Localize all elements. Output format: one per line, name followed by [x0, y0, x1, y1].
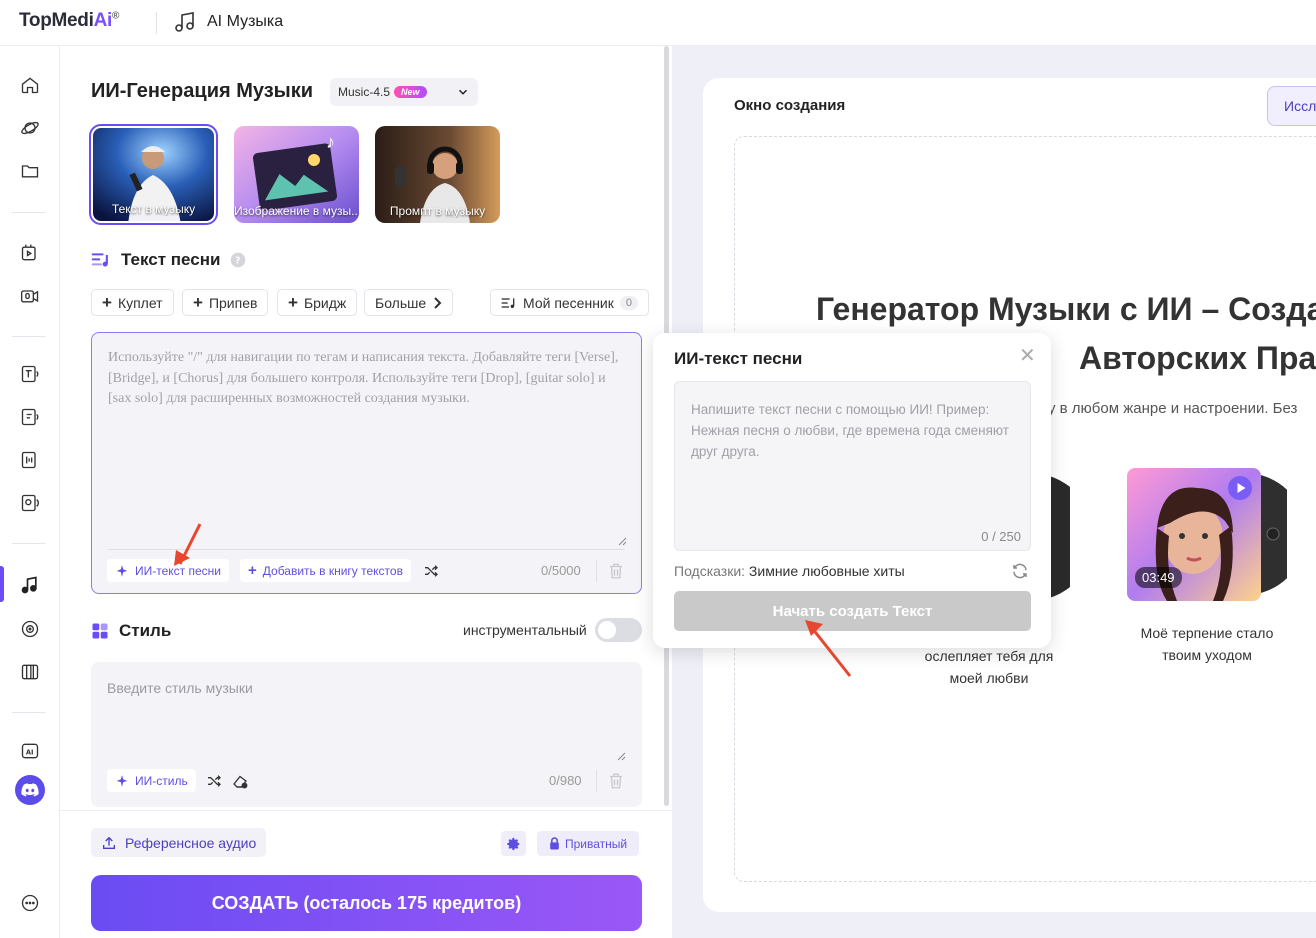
- tag-verse-button[interactable]: + Куплет: [91, 289, 174, 316]
- resize-handle-icon[interactable]: [617, 752, 626, 761]
- nav-divider: [12, 212, 46, 213]
- gear-icon: [506, 837, 521, 851]
- counter-divider: [596, 560, 597, 582]
- voice-clone-icon[interactable]: [19, 492, 41, 514]
- mode-text-to-music[interactable]: Текст в музыку: [89, 124, 218, 225]
- folder-icon[interactable]: [19, 160, 41, 182]
- piano-icon[interactable]: [19, 661, 41, 683]
- ai-lyrics-popup: ИИ-текст песни ✕ Напишите текст песни с …: [653, 333, 1051, 648]
- shuffle-icon[interactable]: [423, 563, 439, 579]
- help-icon[interactable]: ?: [230, 252, 246, 268]
- mode-image-to-music[interactable]: ♪ Изображение в музы...: [234, 126, 359, 223]
- songbook-icon: [501, 296, 517, 310]
- lyrics-section-title: Текст песни ?: [91, 250, 246, 270]
- refresh-icon[interactable]: [1011, 562, 1029, 580]
- music-note-icon[interactable]: [19, 574, 41, 596]
- tag-bridge-button[interactable]: + Бридж: [277, 289, 358, 316]
- song-title-a[interactable]: ослепляет тебя для моей любви: [905, 645, 1073, 689]
- lyrics-list-icon: [91, 251, 111, 269]
- plus-icon: +: [193, 292, 203, 312]
- plus-icon: +: [288, 292, 298, 312]
- ai-lyrics-button[interactable]: ИИ-текст песни: [107, 559, 229, 582]
- prompt-counter: 0 / 250: [981, 529, 1021, 544]
- sparkle-icon: [115, 564, 129, 578]
- tag-chorus-button[interactable]: + Припев: [182, 289, 269, 316]
- lyrics-placeholder: Используйте "/" для навигации по тегам и…: [108, 350, 619, 406]
- model-selector[interactable]: Music-4.5 New: [330, 78, 478, 106]
- text-speech-icon[interactable]: [19, 363, 41, 385]
- upload-icon: [101, 835, 117, 851]
- prompt-hint[interactable]: Подсказки: Зимние любовные хиты: [674, 563, 905, 579]
- nav-active-indicator: [0, 566, 4, 602]
- start-lyrics-button[interactable]: Начать создать Текст: [674, 591, 1031, 631]
- play-icon[interactable]: [1228, 476, 1252, 500]
- svg-text:?: ?: [235, 255, 240, 266]
- more-tags-button[interactable]: Больше: [364, 289, 454, 316]
- resize-handle-icon[interactable]: [618, 537, 627, 546]
- nav-divider: [12, 712, 46, 713]
- trash-icon[interactable]: [607, 561, 625, 581]
- svg-text:AI: AI: [26, 748, 34, 756]
- ai-chip-icon[interactable]: AI: [19, 740, 41, 762]
- nav-divider: [12, 336, 46, 337]
- mode-prompt-to-music[interactable]: Промпт в музыку: [375, 126, 500, 223]
- planet-icon[interactable]: [19, 117, 41, 139]
- chevron-down-icon: [456, 85, 470, 99]
- hero-heading-line1: Генератор Музыки с ИИ – Созда: [816, 291, 1316, 327]
- style-section-title: Стиль: [91, 621, 171, 641]
- video-audio-icon[interactable]: [19, 242, 41, 264]
- settings-button[interactable]: [501, 831, 526, 856]
- song-title-b[interactable]: Моё терпение стало твоим уходом: [1120, 622, 1294, 666]
- vinyl-icon[interactable]: [19, 618, 41, 640]
- lyrics-counter: 0/5000: [541, 563, 581, 578]
- home-icon[interactable]: [19, 74, 41, 96]
- plus-icon: +: [248, 562, 257, 579]
- voice-convert-icon[interactable]: [19, 449, 41, 471]
- plus-icon: +: [102, 292, 112, 312]
- top-bar: TopMediAi® AI Музыка: [0, 0, 1316, 46]
- instrumental-toggle[interactable]: [595, 618, 642, 642]
- lyrics-divider: [108, 549, 625, 550]
- creation-window-title: Окно создания: [734, 97, 846, 114]
- ai-style-button[interactable]: ИИ-стиль: [107, 769, 196, 792]
- popup-title: ИИ-текст песни: [674, 349, 803, 368]
- header-divider: [156, 12, 157, 34]
- chat-icon[interactable]: [19, 892, 41, 914]
- chevron-right-icon: [432, 296, 442, 309]
- sparkle-icon: [115, 774, 129, 788]
- video-mic-icon[interactable]: [19, 285, 41, 307]
- grid-icon: [91, 622, 109, 640]
- prompt-placeholder: Напишите текст песни с помощью ИИ! Приме…: [691, 402, 1009, 459]
- trash-icon[interactable]: [607, 771, 625, 791]
- private-button[interactable]: Приватный: [537, 831, 640, 856]
- lyrics-input[interactable]: Используйте "/" для навигации по тегам и…: [91, 332, 642, 594]
- new-badge: New: [394, 86, 427, 98]
- music-notes-icon: [173, 10, 197, 34]
- app-title: AI Музыка: [173, 10, 283, 34]
- create-button[interactable]: СОЗДАТЬ (осталось 175 кредитов): [91, 875, 642, 931]
- hero-subtitle: у в любом жанре и настроении. Без: [1048, 400, 1298, 417]
- svg-text:♪: ♪: [326, 132, 335, 152]
- ai-lyrics-prompt-input[interactable]: Напишите текст песни с помощью ИИ! Приме…: [674, 381, 1031, 551]
- songbook-count: 0: [619, 295, 639, 310]
- reference-audio-button[interactable]: Референсное аудио: [91, 828, 267, 857]
- instrumental-label: инструментальный: [463, 622, 587, 638]
- research-button[interactable]: Иссл: [1267, 86, 1316, 126]
- hero-heading-line2: Авторских Пра: [1079, 340, 1316, 376]
- add-to-lyrics-book-button[interactable]: + Добавить в книгу текстов: [240, 559, 411, 582]
- discord-icon[interactable]: [15, 775, 45, 805]
- close-icon[interactable]: ✕: [1019, 343, 1036, 368]
- counter-divider: [596, 770, 597, 792]
- shuffle-icon[interactable]: [206, 773, 222, 789]
- speech-icon[interactable]: [19, 406, 41, 428]
- lock-icon: [549, 837, 560, 850]
- page-title: ИИ-Генерация Музыки: [91, 80, 314, 102]
- eraser-icon[interactable]: [231, 772, 249, 790]
- style-placeholder: Введите стиль музыки: [107, 680, 253, 696]
- nav-divider: [12, 543, 46, 544]
- app-logo[interactable]: TopMediAi®: [19, 10, 119, 32]
- song-duration: 03:49: [1135, 567, 1182, 588]
- my-songbook-button[interactable]: Мой песенник 0: [490, 289, 650, 316]
- style-counter: 0/980: [549, 773, 582, 788]
